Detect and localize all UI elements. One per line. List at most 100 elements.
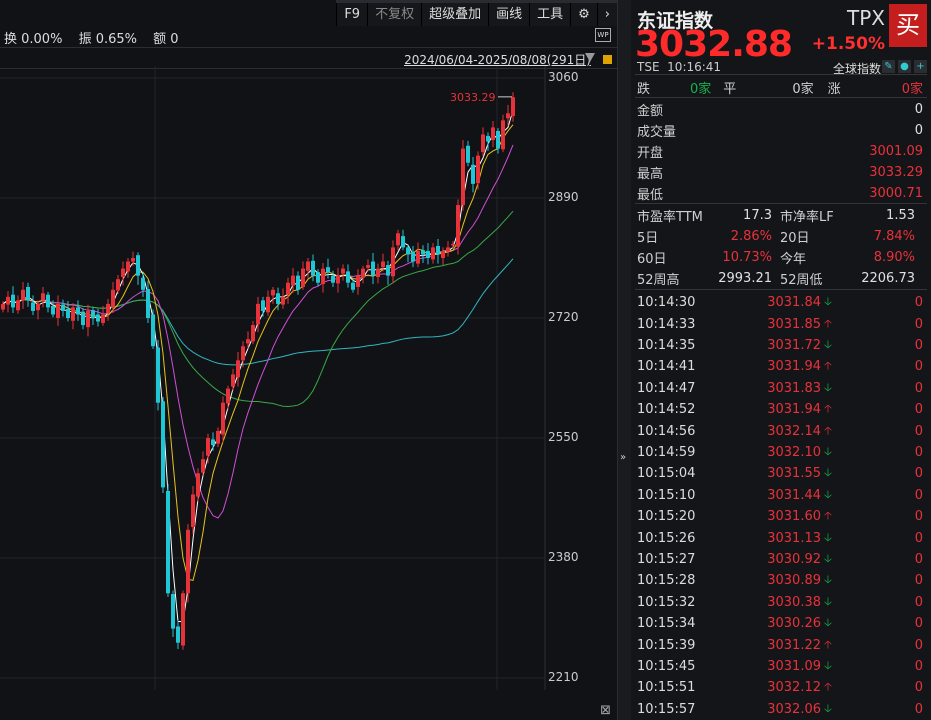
tick-row: 10:14:35 3031.72 🡣 0 xyxy=(637,335,923,356)
metric-value: 10.73% xyxy=(722,250,772,265)
metric-label: 市净率LF xyxy=(780,210,834,225)
lock-icon[interactable] xyxy=(603,55,612,64)
stat-label: 最高 xyxy=(637,167,664,182)
candle-body xyxy=(321,268,325,285)
arrow-up-icon: 🡡 xyxy=(824,637,832,651)
chart-toolbar: F9 不复权 超级叠加 画线 工具 ⚙ › xyxy=(336,0,617,26)
stat-row: 成交量 0 xyxy=(637,120,923,141)
candlestick-chart[interactable]: 3033.29 xyxy=(0,66,617,690)
tick-time: 10:14:35 xyxy=(637,337,696,353)
tick-time: 10:15:27 xyxy=(637,551,696,567)
tick-price: 3030.89 xyxy=(767,573,821,589)
tick-volume: 0 xyxy=(914,359,923,375)
tick-price: 3032.14 xyxy=(767,423,821,439)
flat-label: 平 xyxy=(723,82,737,97)
plus-icon[interactable]: + xyxy=(914,60,927,73)
tick-volume: 0 xyxy=(914,487,923,503)
divider xyxy=(0,47,617,48)
candle-body xyxy=(391,247,395,277)
f9-button[interactable]: F9 xyxy=(336,3,368,26)
y-tick-label: 2890 xyxy=(548,190,579,204)
arrow-down-icon: 🡣 xyxy=(824,594,832,608)
dropdown-triangle-icon[interactable] xyxy=(585,53,595,62)
tick-price: 3032.12 xyxy=(767,680,821,696)
tick-row: 10:15:27 3030.92 🡣 0 xyxy=(637,549,923,570)
candle-body xyxy=(226,388,230,404)
adjust-button[interactable]: 不复权 xyxy=(367,3,422,26)
expand-handle[interactable]: » xyxy=(617,0,631,720)
gear-icon[interactable]: ⚙ xyxy=(570,3,597,26)
candle-body xyxy=(71,307,75,321)
arrow-down-icon: 🡣 xyxy=(824,530,832,544)
tick-price: 3031.72 xyxy=(767,337,821,353)
arrow-down-icon: 🡣 xyxy=(824,551,832,565)
candle-body xyxy=(186,529,190,594)
candle-body xyxy=(21,289,25,301)
tick-row: 10:15:32 3030.38 🡣 0 xyxy=(637,592,923,613)
tick-time: 10:14:52 xyxy=(637,402,696,418)
candle-body xyxy=(411,251,415,262)
tick-price: 3032.06 xyxy=(767,701,821,717)
close-icon[interactable]: ⊠ xyxy=(600,703,611,718)
chevron-right-icon[interactable]: › xyxy=(596,3,617,26)
tick-row: 10:15:57 3032.06 🡣 0 xyxy=(637,699,923,720)
tick-time: 10:15:32 xyxy=(637,594,696,610)
tick-price: 3030.92 xyxy=(767,551,821,567)
candle-body xyxy=(311,260,315,276)
tick-volume: 0 xyxy=(914,530,923,546)
metric-row: 52周高 2993.21 52周低 2206.73 xyxy=(637,268,923,289)
candle-body xyxy=(131,258,135,262)
draw-button[interactable]: 画线 xyxy=(488,3,530,26)
tick-row: 10:15:51 3032.12 🡡 0 xyxy=(637,677,923,698)
tick-volume: 0 xyxy=(914,616,923,632)
candle-body xyxy=(281,296,285,305)
candle-body xyxy=(251,325,255,342)
double-chevron-icon: » xyxy=(620,452,627,463)
candle-body xyxy=(441,250,445,258)
overlay-button[interactable]: 超级叠加 xyxy=(421,3,489,26)
candle-body xyxy=(431,247,435,260)
candle-body xyxy=(216,430,220,444)
tick-row: 10:15:45 3031.09 🡣 0 xyxy=(637,656,923,677)
wp-icon[interactable]: WP xyxy=(595,28,611,42)
tick-price: 3031.22 xyxy=(767,637,821,653)
candle-body xyxy=(6,296,10,305)
candle-body xyxy=(456,205,460,247)
bell-icon[interactable]: ● xyxy=(898,60,911,73)
metric-label: 市盈率TTM xyxy=(637,210,703,225)
stat-row: 最高 3033.29 xyxy=(637,162,923,183)
edit-icon[interactable]: ✎ xyxy=(882,60,895,73)
exchange: TSE xyxy=(637,60,660,74)
candle-body xyxy=(101,314,105,323)
divider xyxy=(635,289,927,290)
metric-value: 2206.73 xyxy=(861,271,915,286)
tick-row: 10:15:10 3031.44 🡣 0 xyxy=(637,485,923,506)
candle-body xyxy=(371,261,375,276)
tick-price: 3031.83 xyxy=(767,380,821,396)
candle-body xyxy=(261,300,265,311)
tick-row: 10:15:26 3031.13 🡣 0 xyxy=(637,527,923,548)
metric-row: 60日 10.73% 今年 8.90% xyxy=(637,247,923,268)
tick-volume: 0 xyxy=(914,466,923,482)
quote-time: 10:16:41 xyxy=(667,60,722,74)
candle-body xyxy=(451,243,455,246)
quote-panel: 东证指数 3032.88 TPX +1.50% 买 TSE 10:16:41 全… xyxy=(631,0,931,720)
tick-price: 3032.10 xyxy=(767,444,821,460)
candle-body xyxy=(81,311,85,326)
metric-value: 1.53 xyxy=(886,208,915,223)
down-label: 跌 xyxy=(637,82,651,97)
tick-row: 10:14:59 3032.10 🡣 0 xyxy=(637,442,923,463)
down-count: 0家 xyxy=(690,82,712,97)
candle-body xyxy=(276,293,280,304)
candle-body xyxy=(331,275,335,283)
arrow-up-icon: 🡡 xyxy=(824,680,832,694)
change-percent: +1.50% xyxy=(811,34,885,54)
info-bar: 换 0.00% 振 0.65% 额 0 xyxy=(4,28,191,47)
candle-body xyxy=(316,272,320,283)
tick-price: 3030.38 xyxy=(767,594,821,610)
buy-button[interactable]: 买 xyxy=(889,4,927,47)
arrow-down-icon: 🡣 xyxy=(824,337,832,351)
tools-button[interactable]: 工具 xyxy=(529,3,571,26)
candle-body xyxy=(286,282,290,295)
tick-price: 3031.84 xyxy=(767,295,821,311)
